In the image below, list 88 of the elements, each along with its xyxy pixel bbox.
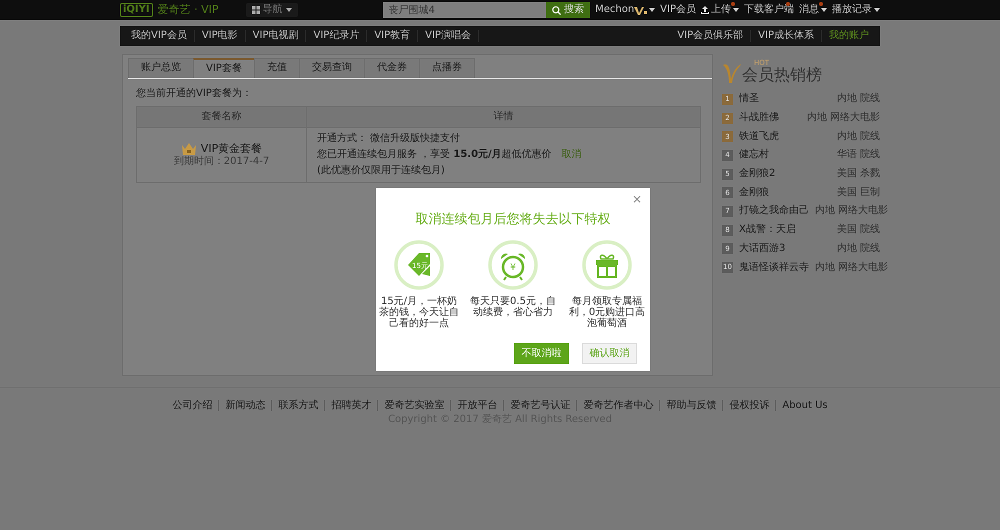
nav-link[interactable]: VIP纪录片	[306, 30, 368, 42]
package-name: VIP黄金套餐	[200, 142, 262, 156]
movie-title[interactable]: 打镜之我命由己	[739, 205, 809, 218]
account-tab[interactable]: 交易查询	[298, 58, 365, 78]
movie-title[interactable]: 大话西游3	[739, 242, 831, 255]
footer-link[interactable]: 开放平台	[451, 400, 504, 411]
intro-text: 您当前开通的VIP套餐为：	[136, 88, 253, 100]
nav-link[interactable]: VIP教育	[367, 30, 418, 42]
top-link[interactable]: 上传	[701, 4, 739, 16]
nav-link[interactable]: VIP会员俱乐部	[670, 30, 752, 42]
movie-title[interactable]: 金刚狼	[739, 186, 831, 199]
movie-title[interactable]: 健忘村	[739, 149, 831, 162]
top-link[interactable]: 下载客户端	[744, 4, 794, 16]
movie-tags: 内地 院线	[836, 130, 880, 143]
top-link[interactable]: 播放记录	[832, 4, 880, 16]
logo[interactable]: iQIYI	[120, 3, 153, 17]
logo-text: 爱奇艺 · VIP	[158, 3, 219, 17]
gift-icon	[582, 240, 632, 290]
footer-link[interactable]: 爱奇艺实验室	[378, 400, 452, 411]
movie-tags: 内地 网络大电影	[815, 262, 888, 274]
notification-dot	[786, 2, 790, 6]
feature-text: 每月领取专属福利，0元购进口高泡葡萄酒	[568, 296, 646, 329]
nav-link[interactable]: VIP演唱会	[418, 30, 479, 42]
account-tab[interactable]: 充值	[254, 58, 300, 78]
confirm-cancel-button[interactable]: 确认取消	[582, 342, 637, 364]
footer-link[interactable]: 公司介绍	[166, 400, 220, 411]
movie-tags: 内地 网络大电影	[806, 112, 880, 124]
feature-text: 每天只要0.5元，自动续费，省心省力	[470, 296, 556, 318]
caret-icon	[874, 8, 880, 12]
footer-link[interactable]: 联系方式	[272, 400, 326, 411]
footer-link[interactable]: 爱奇艺号认证	[504, 400, 578, 411]
movie-title[interactable]: 斗战胜佛	[739, 112, 801, 124]
payment-method: 开通方式： 微信升级版快捷支付	[317, 132, 462, 146]
caret-icon	[733, 8, 739, 12]
service-text: 您已开通连续包月服务 ，享受 15.0元/月超低优惠价	[317, 149, 552, 160]
footer-link[interactable]: About Us	[776, 400, 834, 411]
movie-tags: 内地 院线	[836, 242, 880, 255]
column-header: 套餐名称	[136, 106, 306, 128]
top-link[interactable]: VIP会员	[660, 4, 696, 16]
nav-link[interactable]: VIP电视剧	[246, 30, 306, 42]
caret-icon	[821, 8, 827, 12]
movie-tags: 华语 院线	[836, 149, 880, 162]
movie-tags: 美国 院线	[836, 224, 880, 236]
nav-link[interactable]: VIP成长体系	[751, 30, 822, 42]
dialog-title: 取消连续包月后您将失去以下特权	[414, 212, 612, 228]
vip-badge-icon	[634, 6, 648, 14]
notification-dot	[819, 2, 823, 6]
nav-link[interactable]: 我的VIP会员	[124, 30, 195, 42]
movie-tags: 美国 杀戮	[836, 168, 880, 180]
movie-tags: 内地 院线	[836, 93, 880, 106]
keep-button[interactable]: 不取消啦	[514, 342, 569, 364]
search-icon	[552, 6, 562, 14]
footer-link[interactable]: 新闻动态	[219, 400, 272, 411]
grid-icon	[252, 6, 260, 14]
user-name[interactable]: Mechon	[595, 4, 634, 16]
search-button[interactable]: 搜索	[546, 2, 590, 18]
expiry-date: 到期时间：2017-4-7	[172, 156, 270, 168]
close-button[interactable]: ×	[632, 193, 642, 205]
movie-title[interactable]: 鬼语怪谈祥云寺	[739, 262, 809, 274]
alarm-clock-icon: ¥	[488, 240, 538, 290]
footer-link[interactable]: 爱奇艺作者中心	[577, 400, 660, 411]
column-header: 详情	[306, 106, 700, 128]
crown-icon	[180, 142, 197, 156]
nav-link[interactable]: 我的账户	[822, 30, 876, 42]
vip-badge-button[interactable]	[634, 6, 656, 14]
footer-link[interactable]: 侵权投诉	[723, 400, 776, 411]
footer-link[interactable]: 招聘英才	[325, 400, 378, 411]
movie-title[interactable]: X战警：天启	[739, 224, 831, 236]
price-note: (此优惠价仅限用于连续包月)	[317, 164, 446, 178]
movie-title[interactable]: 情圣	[739, 93, 831, 106]
v-logo-icon	[722, 62, 742, 84]
movie-tags: 内地 网络大电影	[815, 205, 888, 218]
movie-tags: 美国 巨制	[836, 186, 880, 199]
account-tab[interactable]: 账户总览	[128, 58, 194, 78]
notification-dot	[731, 2, 735, 6]
movie-title[interactable]: 金刚狼2	[739, 168, 831, 180]
movie-title[interactable]: 铁道飞虎	[739, 130, 831, 143]
caret-icon	[286, 8, 292, 12]
top-link[interactable]: 消息	[799, 4, 827, 16]
upload-icon	[701, 6, 709, 14]
caret-icon	[649, 8, 656, 12]
account-tab[interactable]: 点播券	[418, 58, 475, 78]
footer-link[interactable]: 帮助与反馈	[660, 400, 724, 411]
feature-text: 15元/月，一杯奶茶的钱，今天让自己看的好一点	[378, 296, 460, 329]
nav-link[interactable]: VIP电影	[194, 30, 246, 42]
nav-menu-button[interactable]: 导航	[246, 3, 298, 17]
ranking-title: 会员热销榜	[742, 64, 822, 84]
account-tab[interactable]: 代金券	[364, 58, 420, 78]
